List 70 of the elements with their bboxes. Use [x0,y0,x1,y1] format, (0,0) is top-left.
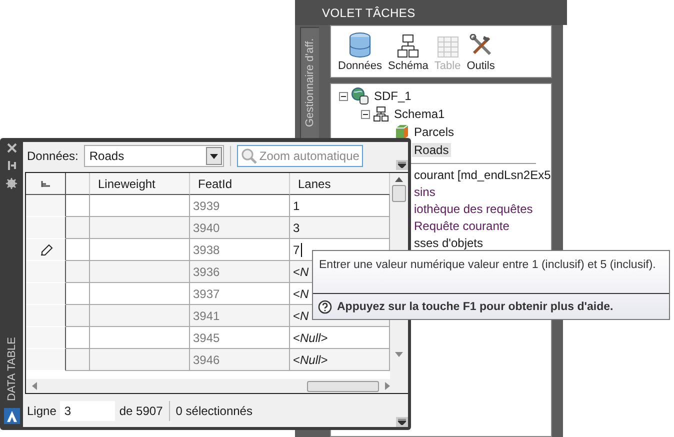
row-header[interactable] [26,305,66,327]
horizontal-scrollbar[interactable] [26,379,408,393]
tree-item[interactable]: sses d'objets [414,236,483,250]
app-logo-icon[interactable] [4,408,20,424]
options-button[interactable] [396,160,408,170]
tree-item[interactable]: courant [md_endLsn2Ex5 [414,168,551,182]
row-header[interactable] [26,327,66,349]
row-header[interactable] [26,217,66,239]
data-dropdown[interactable]: Roads [84,145,224,167]
help-icon [318,300,332,314]
zoom-button[interactable]: Zoom automatique [237,145,364,167]
selection-count: 0 sélectionnés [176,404,252,418]
row-selector-icon[interactable] [41,180,50,186]
pin-icon[interactable] [6,160,16,171]
table-cell: 3 [290,217,390,239]
pane-title: VOLET TÂCHES [322,6,416,20]
scroll-left-icon[interactable] [32,382,37,390]
tree-item[interactable]: Schema1 [392,107,447,121]
row-header[interactable] [26,349,66,371]
tree-item[interactable]: Parcels [412,125,456,139]
column-header[interactable]: FeatId [190,173,290,195]
tree-item[interactable]: iothèque des requêtes [414,202,533,216]
search-icon [241,148,258,164]
toolbar-button[interactable]: Outils [466,34,496,72]
row-header[interactable] [26,261,66,283]
toolbar-button[interactable]: Schéma [387,34,430,72]
collapse-toggle[interactable] [339,92,348,100]
table-icon [436,36,459,58]
panel-title: DATA TABLE [6,337,18,401]
table-cell: <Null> [290,349,390,371]
toolbar-button[interactable]: Données [337,32,384,72]
cube-icon [395,124,409,140]
column-header[interactable]: Lineweight [90,173,190,195]
table-cell: 3941 [190,305,290,327]
row-total: de 5907 [119,404,163,418]
table-cell [66,305,90,327]
schema-icon [397,34,420,58]
globe-database-icon [351,87,369,105]
pencil-icon [41,244,53,256]
close-icon[interactable] [6,143,16,153]
table-cell [66,349,90,371]
tree-item[interactable]: Roads [412,143,451,157]
table-cell: 3936 [190,261,290,283]
row-header[interactable] [26,239,66,261]
settings-icon[interactable] [6,178,17,189]
row-label: Ligne [27,404,56,418]
scroll-right-icon[interactable] [385,382,390,390]
tree-item[interactable]: Requête courante [414,218,510,232]
schema-icon [373,106,389,122]
tree-item[interactable]: sins [414,184,436,198]
table-cell: 3946 [190,349,290,371]
data-label: Données: [27,149,78,163]
tools-icon [468,34,493,58]
collapse-toggle[interactable] [361,110,370,118]
row-header[interactable] [26,195,66,217]
tree-item[interactable]: SDF_1 [372,89,414,103]
scrollbar-thumb[interactable] [307,380,379,392]
scroll-down-icon[interactable] [395,352,403,357]
column-header[interactable] [66,173,90,195]
column-header[interactable]: Lanes [290,173,390,195]
scroll-up-icon[interactable] [395,177,403,182]
row-number-field[interactable]: 3 [60,400,116,420]
table-cell [66,217,90,239]
database-icon [349,32,372,58]
dropdown-arrow-icon [210,154,218,158]
row-header[interactable] [26,283,66,305]
scrollbar-thumb[interactable] [392,185,406,202]
table-cell [66,261,90,283]
options-button[interactable] [396,417,408,427]
table-cell: 3940 [190,217,290,239]
